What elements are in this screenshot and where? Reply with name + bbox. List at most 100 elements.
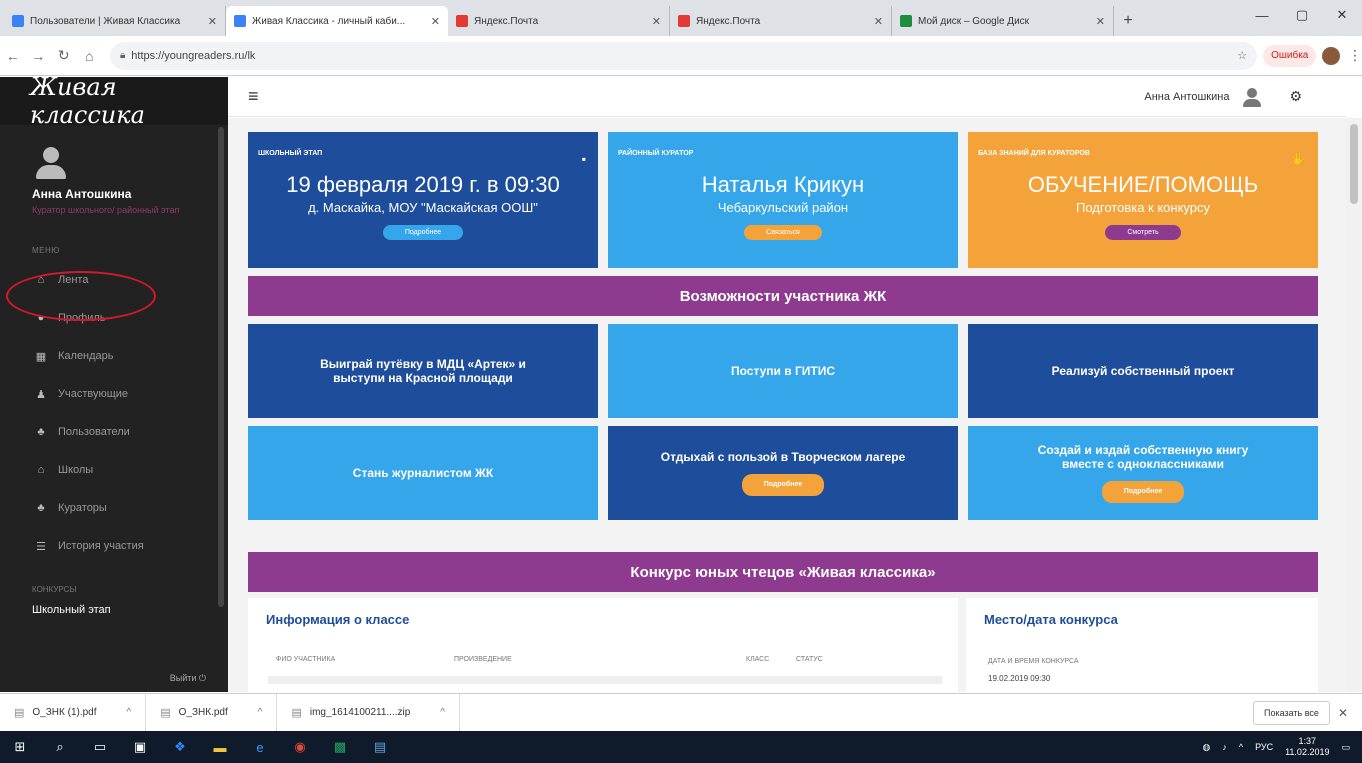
feature-tile[interactable]: Реализуй собственный проект: [968, 324, 1318, 418]
browser-menu-icon[interactable]: ⋮: [1348, 47, 1362, 64]
browser-tab[interactable]: Яндекс.Почта ✕: [670, 6, 892, 36]
tab-close-icon[interactable]: ✕: [431, 15, 440, 28]
feature-tile[interactable]: Выиграй путёвку в МДЦ «Артек» и выступи …: [248, 324, 598, 418]
site-logo[interactable]: Живая классика: [0, 73, 228, 129]
browser-tab[interactable]: Пользователи | Живая Классика ✕: [4, 6, 226, 36]
sidebar-item-7[interactable]: ♣ Кураторы: [0, 489, 228, 527]
back-button[interactable]: ←: [0, 48, 25, 64]
sidebar-item-label: Участвующие: [58, 388, 129, 400]
address-bar[interactable]: 🔒︎ https://youngreaders.ru/lk ☆: [109, 41, 1258, 70]
show-all-downloads-button[interactable]: Показать все: [1252, 700, 1330, 725]
card-details-button[interactable]: Подробнее: [382, 225, 464, 240]
maximize-button[interactable]: ▢: [1282, 0, 1322, 30]
sidebar-item-3[interactable]: ▦ Календарь: [0, 337, 228, 375]
hamburger-menu-icon[interactable]: ≡: [248, 86, 259, 107]
forward-button[interactable]: →: [25, 48, 50, 64]
card-contact-button[interactable]: Связаться: [744, 225, 822, 240]
sidebar-item-5[interactable]: ♣ Пользователи: [0, 413, 228, 451]
topbar-user-icon[interactable]: [1243, 87, 1262, 107]
network-icon[interactable]: ◍: [1202, 742, 1210, 753]
new-tab-button[interactable]: +: [1114, 6, 1142, 36]
minimize-button[interactable]: —: [1242, 0, 1282, 30]
sidebar-user: Анна Антошкина Куратор школьного/ районн…: [0, 125, 228, 216]
curators-icon: ♣: [37, 502, 45, 514]
dropbox-icon[interactable]: ❖: [160, 731, 200, 763]
table-row: [268, 676, 942, 684]
file-icon: ▤: [291, 707, 302, 719]
tab-close-icon[interactable]: ✕: [652, 15, 661, 28]
system-tray: ◍ ♪ ^ РУС 1:37 11.02.2019 ▭: [1202, 736, 1362, 758]
feature-details-button[interactable]: Подробнее: [741, 474, 825, 496]
close-window-button[interactable]: ✕: [1322, 0, 1362, 30]
hand-icon: ✋: [1291, 152, 1306, 166]
column-header-status: Статус: [796, 656, 823, 663]
sidebar-item-label: Школы: [58, 464, 94, 476]
bookmark-star-icon[interactable]: ☆: [1237, 49, 1247, 62]
card-subtitle: Чебаркульский район: [717, 200, 849, 215]
topbar-user-name[interactable]: Анна Антошкина: [1144, 91, 1229, 103]
feature-text: Реализуй собственный проект: [1051, 364, 1235, 378]
tab-title: Мой диск – Google Диск: [918, 15, 1030, 27]
feature-tile[interactable]: Отдыхай с пользой в Творческом лагере Под…: [608, 426, 958, 520]
chevron-up-icon[interactable]: ^: [127, 707, 132, 718]
download-item[interactable]: ▤ img_1614100211....zip ^: [277, 694, 460, 731]
sidebar-scrollbar[interactable]: [218, 127, 224, 607]
error-badge[interactable]: Ошибка: [1263, 44, 1317, 67]
close-downloads-icon[interactable]: ✕: [1338, 706, 1348, 720]
volume-icon[interactable]: ♪: [1222, 742, 1227, 752]
chevron-up-icon[interactable]: ^: [440, 707, 445, 718]
store-icon[interactable]: ▣: [120, 731, 160, 763]
sidebar-item-8[interactable]: ☰ История участия: [0, 527, 228, 565]
tab-favicon-icon: [12, 15, 24, 27]
profile-avatar[interactable]: [1322, 46, 1340, 65]
edge-icon[interactable]: e: [240, 731, 280, 763]
tab-title: Живая Классика - личный каби...: [252, 15, 406, 27]
card-view-button[interactable]: Смотреть: [1105, 225, 1181, 240]
feature-tile[interactable]: Поступи в ГИТИС: [608, 324, 958, 418]
sidebar-school-stage[interactable]: Школьный этап: [0, 604, 228, 616]
class-info-panel: Информация о классе ФИО участника Произв…: [248, 598, 958, 692]
place-date-panel: Место/дата конкурса Дата и время конкурс…: [966, 598, 1318, 692]
excel-icon[interactable]: ▩: [320, 731, 360, 763]
contest-datetime-label: Дата и время конкурса: [988, 658, 1079, 665]
tab-close-icon[interactable]: ✕: [208, 15, 217, 28]
home-button[interactable]: ⌂: [76, 48, 101, 64]
windows-start-icon[interactable]: ⊞: [0, 731, 40, 763]
main-scrollbar[interactable]: [1346, 118, 1362, 692]
feature-tile[interactable]: Стань журналистом ЖК: [248, 426, 598, 520]
browser-tab[interactable]: Яндекс.Почта ✕: [448, 6, 670, 36]
lock-icon: 🔒︎: [119, 50, 126, 61]
tab-title: Яндекс.Почта: [696, 15, 761, 27]
folder-icon[interactable]: ▬: [200, 731, 240, 763]
card-title: Наталья Крикун: [701, 172, 865, 197]
tab-favicon-icon: [456, 15, 468, 27]
notifications-icon[interactable]: ▭: [1341, 742, 1350, 753]
download-item[interactable]: ▤ О_ЗНК.pdf ^: [146, 694, 278, 731]
browser-tab[interactable]: Живая Классика - личный каби... ✕: [226, 6, 448, 36]
task-view-icon[interactable]: ▭: [80, 731, 120, 763]
gear-icon[interactable]: ⚙: [1289, 88, 1302, 105]
clock[interactable]: 1:37 11.02.2019: [1285, 736, 1329, 758]
download-item[interactable]: ▤ О_ЗНК (1).pdf ^: [0, 694, 147, 731]
chevron-up-icon[interactable]: ^: [258, 707, 263, 718]
feature-details-button[interactable]: Подробнее: [1101, 481, 1185, 503]
logout-button[interactable]: Выйти ⏻: [170, 673, 206, 684]
sidebar-item-4[interactable]: ♟ Участвующие: [0, 375, 228, 413]
sidebar-item-6[interactable]: ⌂ Школы: [0, 451, 228, 489]
tab-close-icon[interactable]: ✕: [874, 15, 883, 28]
scrollbar-thumb[interactable]: [1350, 124, 1358, 204]
card-subtitle: д. Маскайка, МОУ "Маскайская ООШ": [308, 200, 538, 215]
language-indicator[interactable]: РУС: [1255, 742, 1273, 752]
sidebar-item-label: Календарь: [58, 350, 114, 362]
reload-button[interactable]: ↻: [51, 47, 76, 64]
chrome-icon[interactable]: ◉: [280, 731, 320, 763]
users-icon: ♣: [37, 426, 45, 438]
feature-tile[interactable]: Создай и издай собственную книгу вместе …: [968, 426, 1318, 520]
column-header-class: Класс: [746, 656, 770, 663]
search-icon[interactable]: ⌕: [40, 731, 80, 763]
browser-tab[interactable]: Мой диск – Google Диск ✕: [892, 6, 1114, 36]
card-subtitle: Подготовка к конкурсу: [1076, 200, 1210, 215]
chevron-up-icon[interactable]: ^: [1239, 742, 1243, 752]
app-icon[interactable]: ▤: [360, 731, 400, 763]
tab-close-icon[interactable]: ✕: [1096, 15, 1105, 28]
